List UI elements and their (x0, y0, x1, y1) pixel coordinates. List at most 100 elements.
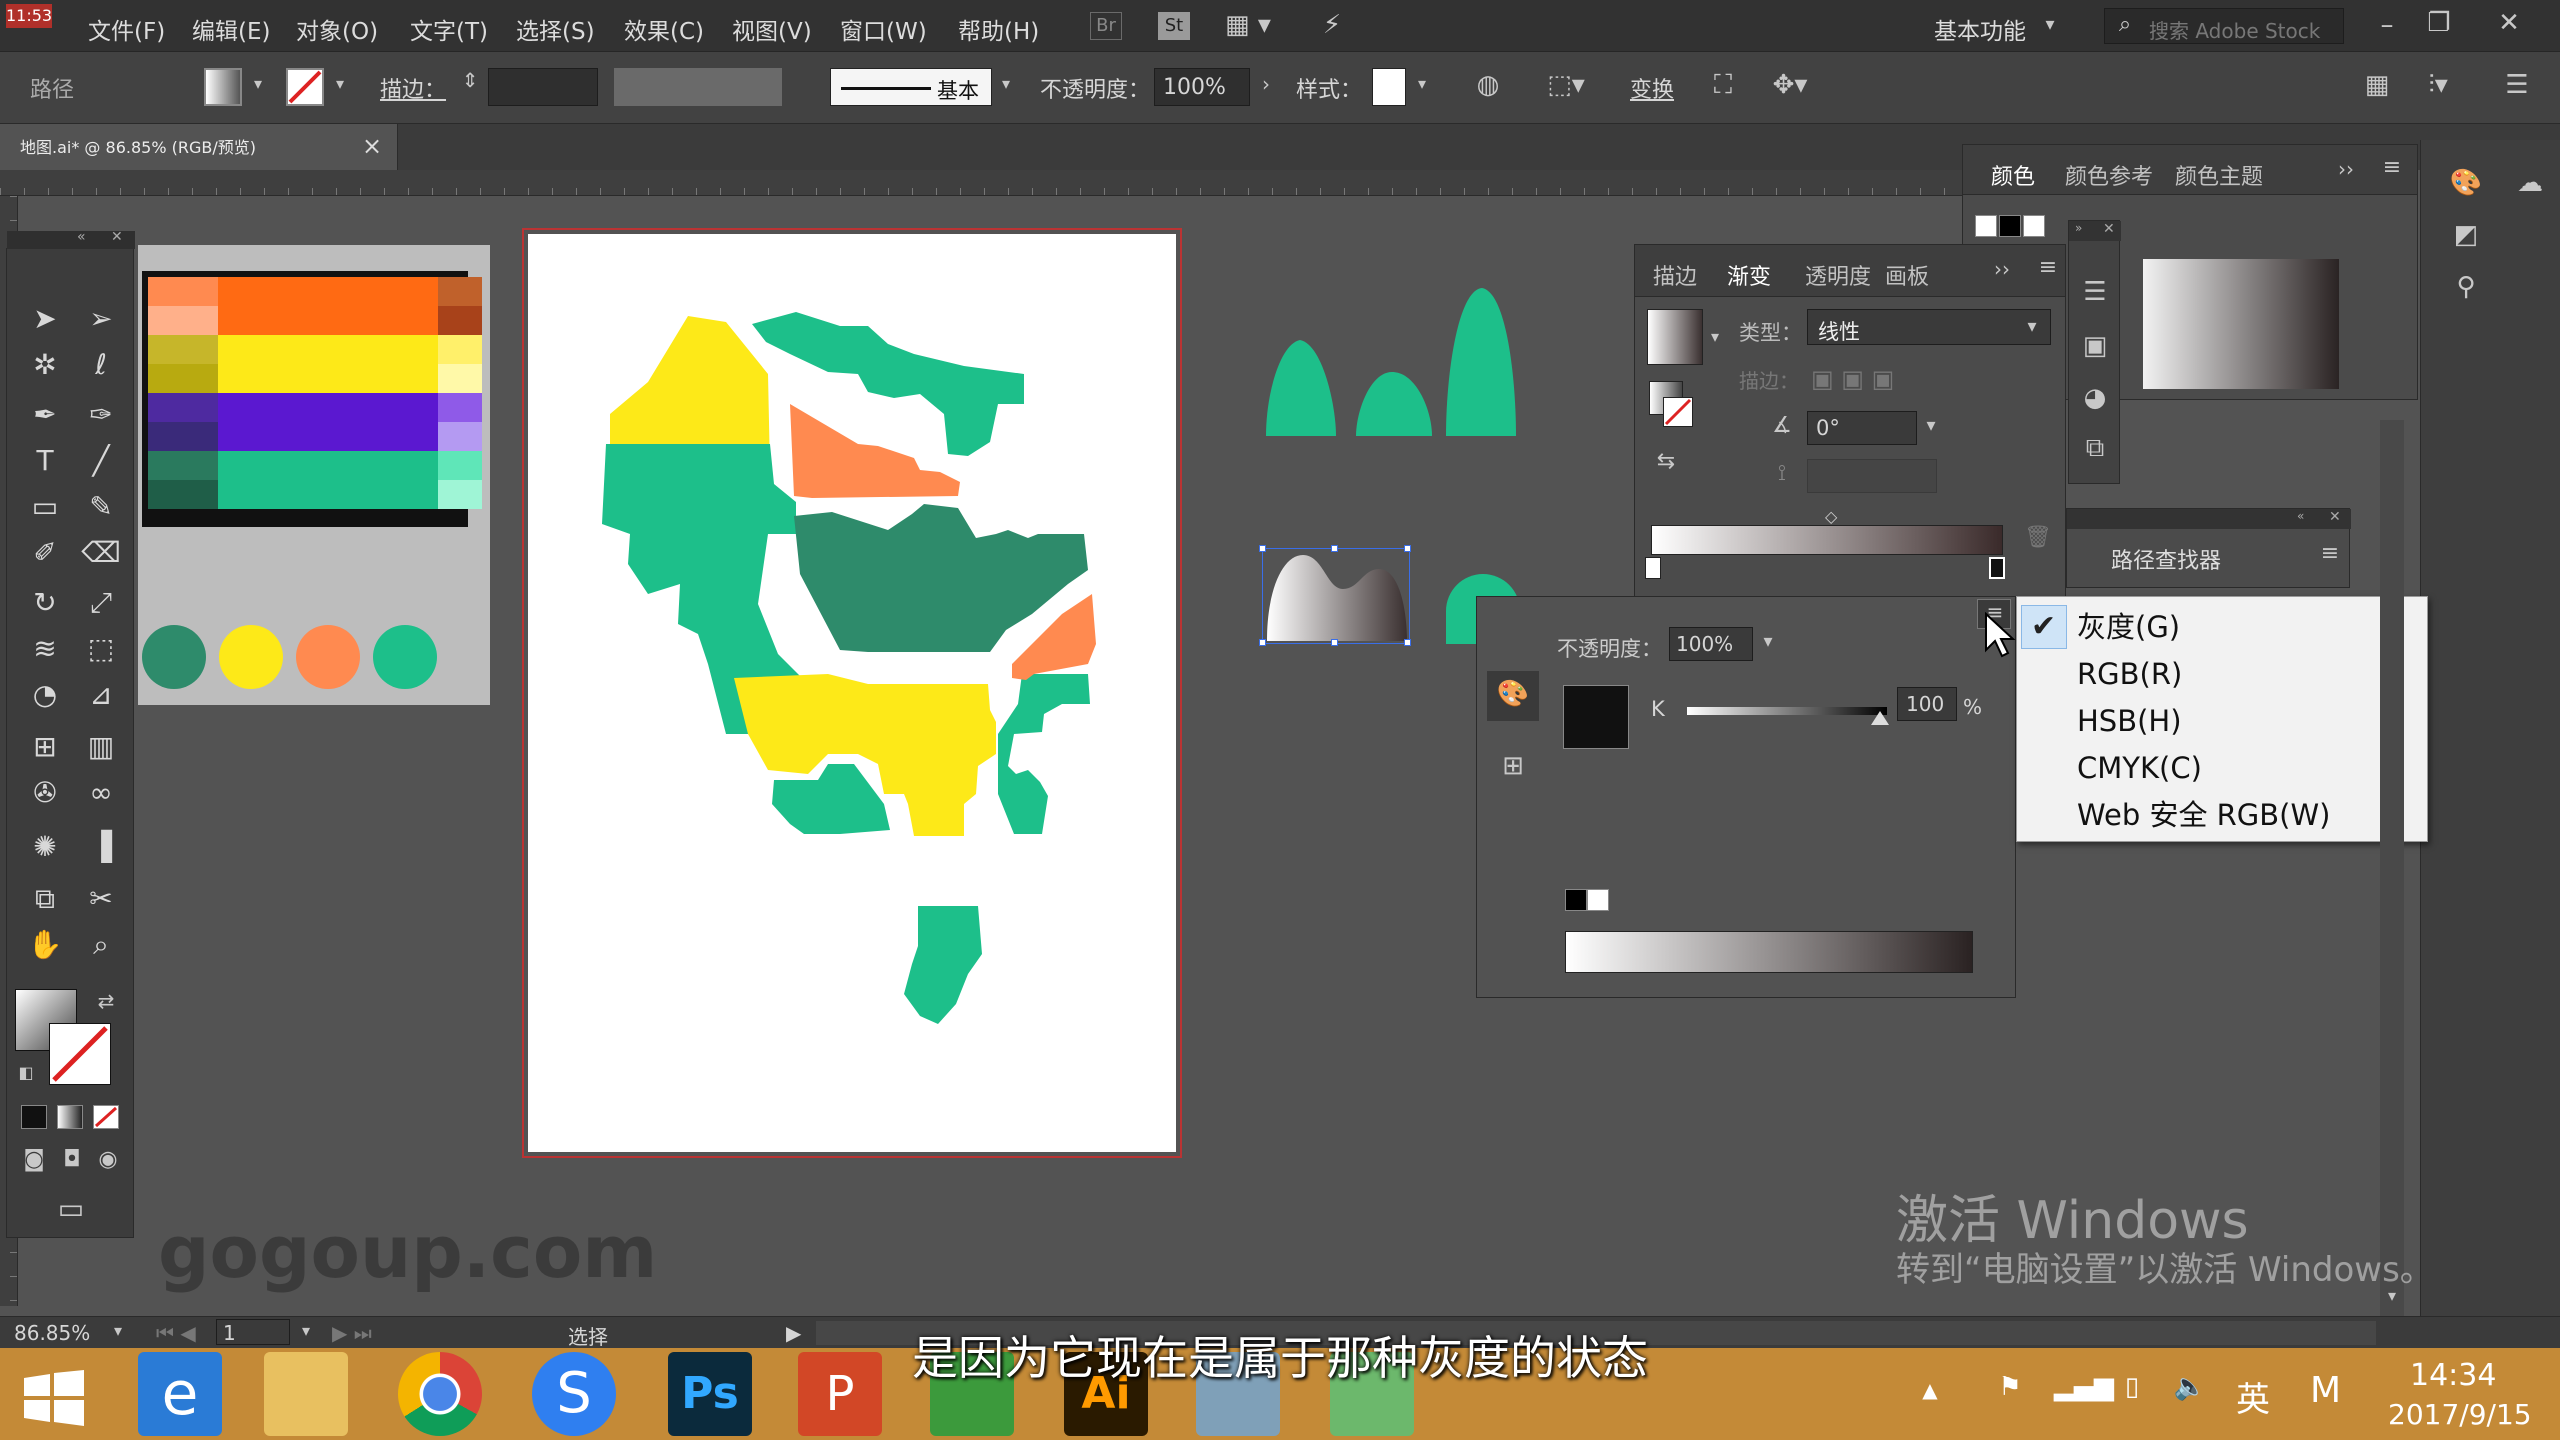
transform-panel-icon[interactable]: ⧉ (2075, 435, 2115, 461)
recolor-artwork-icon[interactable]: ◍ (1470, 72, 1506, 98)
restore-icon[interactable]: ❐ (2424, 10, 2454, 36)
artboard[interactable] (522, 228, 1182, 1158)
document-tab[interactable]: 地图.ai* @ 86.85% (RGB/预览) × (0, 124, 398, 170)
menu-help[interactable]: 帮助(H) (958, 12, 1039, 46)
slice-tool-icon[interactable]: ✂ (77, 879, 125, 919)
media-app-icon[interactable] (1196, 1352, 1280, 1436)
appearance-panel-icon[interactable]: ◕ (2075, 385, 2115, 411)
menu-effect[interactable]: 效果(C) (624, 12, 704, 46)
k-value-input[interactable]: 100 (1897, 687, 1957, 721)
menu-object[interactable]: 对象(O) (296, 12, 378, 46)
gradient-stop-left[interactable] (1645, 557, 1661, 579)
menu-window[interactable]: 窗口(W) (840, 12, 927, 46)
photoshop-icon[interactable]: Ps (668, 1352, 752, 1436)
mesh-tool-icon[interactable]: ⊞ (21, 727, 69, 767)
clock-date[interactable]: 2017/9/15 (2388, 1398, 2532, 1431)
close-tab-icon[interactable]: × (362, 132, 382, 160)
chevron-right-icon[interactable]: › (1254, 74, 1278, 94)
stroke-none-mini[interactable] (1663, 397, 1693, 427)
hamburger-icon[interactable]: ≡ (2033, 257, 2063, 279)
black-swatch[interactable] (1565, 889, 1587, 911)
menu-type[interactable]: 文字(T) (410, 12, 488, 46)
stroke-weight-field[interactable] (488, 68, 598, 106)
color-swatch-white[interactable] (2023, 215, 2045, 237)
brush-definition[interactable]: 基本 (830, 68, 992, 106)
menu-item-hsb[interactable]: HSB(H) (2077, 699, 2182, 743)
chevron-down-icon[interactable]: ▾ (1412, 76, 1432, 92)
tab-artboards[interactable]: 画板 (1885, 259, 1929, 291)
color-mode-button[interactable] (21, 1105, 47, 1129)
color-swatch-none[interactable] (1975, 215, 1997, 237)
horizontal-ruler[interactable] (0, 170, 1962, 196)
eraser-icon[interactable]: ⌫ (77, 533, 125, 573)
graphic-style-swatch[interactable] (1372, 68, 1406, 106)
arrange-documents-icon[interactable]: ▦ ▾ (1218, 12, 1278, 38)
zoom-level[interactable]: 86.85% (14, 1321, 90, 1345)
status-menu-arrow[interactable]: ▶ (786, 1321, 801, 1345)
tab-color-guide[interactable]: 颜色参考 (2065, 159, 2153, 191)
swatches-tab-icon[interactable]: ⊞ (1493, 753, 1533, 779)
battery-icon[interactable]: ▯ (2112, 1374, 2152, 1400)
draw-behind-icon[interactable]: ◘ (57, 1149, 87, 1171)
chrome-icon[interactable] (398, 1352, 482, 1436)
draw-normal-icon[interactable]: ◙ (19, 1149, 49, 1171)
panel-options-icon[interactable]: ⫶▾ (2410, 72, 2466, 98)
chevron-down-icon[interactable]: ▾ (1757, 633, 1779, 651)
free-transform-icon[interactable]: ⬚ (77, 629, 125, 669)
zoom-tool-icon[interactable]: ⌕ (77, 925, 125, 965)
pen-tool-icon[interactable]: ✒ (21, 395, 69, 435)
stroke-swatch[interactable] (286, 68, 324, 106)
color-panel-icon[interactable]: 🎨 (2441, 170, 2491, 196)
selection-tool-icon[interactable]: ➤ (21, 299, 69, 339)
hand-tool-icon[interactable]: ✋ (21, 925, 69, 965)
tree-shape-2[interactable] (1356, 372, 1432, 436)
ime-indicator[interactable]: M (2310, 1370, 2341, 1411)
hamburger-icon[interactable]: ≡ (2377, 157, 2407, 179)
scale-tool-icon[interactable]: ⤢ (77, 583, 125, 623)
powerpoint-icon[interactable]: P (798, 1352, 882, 1436)
gradient-preview-swatch[interactable] (1647, 309, 1703, 365)
sogou-icon[interactable]: S (532, 1352, 616, 1436)
opacity-input[interactable]: 100% (1154, 68, 1250, 106)
bridge-button[interactable]: Br (1090, 12, 1122, 40)
pathfinder-title[interactable]: 路径查找器 (2111, 543, 2221, 575)
camtasia-icon[interactable] (930, 1352, 1014, 1436)
gradient-panel-icon[interactable]: ▣ (2075, 333, 2115, 359)
stop-opacity-input[interactable]: 100% (1669, 627, 1753, 661)
minimize-icon[interactable]: – (2372, 12, 2402, 38)
symbol-sprayer-icon[interactable]: ✺ (21, 827, 69, 867)
gradient-tool-icon[interactable]: ▥ (77, 727, 125, 767)
fill-swatch[interactable] (204, 68, 242, 106)
menu-item-web-safe-rgb[interactable]: Web 安全 RGB(W) (2077, 793, 2330, 837)
workspace-switcher[interactable]: 基本功能 (1934, 12, 2026, 46)
arrange-icon[interactable]: ▦ (2362, 72, 2392, 98)
map-shape-green-east[interactable] (998, 674, 1090, 834)
warp-tool-icon[interactable]: ≋ (21, 629, 69, 669)
line-tool-icon[interactable]: ╱ (77, 441, 125, 481)
tree-shape-1[interactable] (1266, 340, 1336, 436)
tray-expand-icon[interactable]: ▲ (1918, 1380, 1942, 1400)
menu-item-grayscale[interactable]: 灰度(G) (2077, 605, 2180, 649)
last-page-icon[interactable]: ▶ ⏭ (332, 1321, 372, 1345)
menu-view[interactable]: 视图(V) (732, 12, 812, 46)
gradient-slider[interactable] (1651, 525, 2003, 555)
menu-edit[interactable]: 编辑(E) (192, 12, 270, 46)
rotate-tool-icon[interactable]: ↻ (21, 583, 69, 623)
rectangle-tool-icon[interactable]: ▭ (21, 487, 69, 527)
menu-item-rgb[interactable]: RGB(R) (2077, 652, 2182, 696)
signal-icon[interactable]: ▂▄▆ (2054, 1374, 2114, 1400)
shape-builder-icon[interactable]: ◔ (21, 675, 69, 715)
selected-gradient-shape[interactable] (1259, 545, 1411, 646)
isolate-group-icon[interactable]: ⛶ (1706, 72, 1740, 98)
opacity-label[interactable]: 不透明度： (1040, 72, 1150, 104)
eyedropper-icon[interactable]: ✇ (21, 773, 69, 813)
map-shape-orange-center[interactable] (790, 404, 960, 498)
column-graph-icon[interactable]: ▐ (77, 827, 125, 867)
menu-select[interactable]: 选择(S) (516, 12, 595, 46)
tab-color-themes[interactable]: 颜色主题 (2175, 159, 2263, 191)
libraries-icon[interactable]: ☁ (2505, 170, 2555, 196)
none-mode-button[interactable] (93, 1105, 119, 1129)
color-swatch-black[interactable] (1999, 215, 2021, 237)
map-shape-green-island[interactable] (904, 906, 982, 1024)
horizontal-scrollbar[interactable] (816, 1321, 2376, 1345)
